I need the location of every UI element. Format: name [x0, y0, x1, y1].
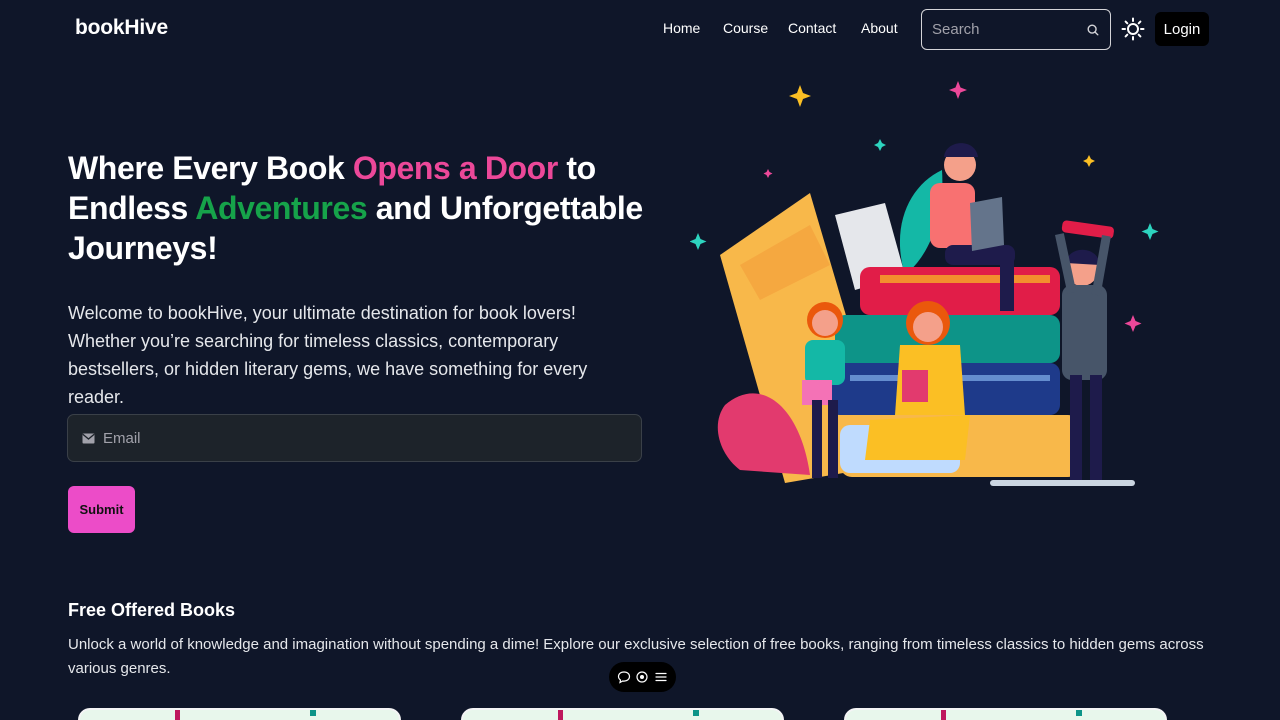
sun-icon[interactable] [1121, 17, 1145, 41]
login-button[interactable]: Login [1155, 12, 1209, 46]
hero-description: Welcome to bookHive, your ultimate desti… [68, 303, 588, 407]
card-decoration [1076, 710, 1082, 716]
nav-link-home[interactable]: Home [663, 20, 700, 36]
search-input[interactable] [932, 21, 1082, 38]
card-decoration [558, 710, 563, 720]
search-icon[interactable] [1086, 23, 1100, 37]
book-card[interactable] [78, 708, 401, 720]
chat-bubble-icon[interactable] [617, 670, 631, 684]
nav-link-about[interactable]: About [861, 20, 898, 36]
floating-toolbar [609, 662, 676, 692]
list-icon[interactable] [654, 670, 668, 684]
hero-title-highlight-adventures: Adventures [195, 190, 368, 226]
book-card[interactable] [844, 708, 1167, 720]
section-title-free-books: Free Offered Books [68, 600, 236, 620]
site-logo[interactable]: bookHive [75, 16, 168, 40]
email-field-container [67, 414, 642, 462]
email-field[interactable] [103, 429, 603, 447]
book-card[interactable] [461, 708, 784, 720]
card-decoration [941, 710, 946, 720]
nav-link-contact[interactable]: Contact [788, 20, 836, 36]
card-decoration [175, 710, 180, 720]
top-nav: bookHive Home Course Contact About Login [0, 0, 1280, 58]
search-box [921, 9, 1111, 50]
hero-illustration [690, 81, 1159, 486]
eye-icon[interactable] [635, 670, 649, 684]
submit-button[interactable]: Submit [68, 486, 135, 533]
card-decoration [310, 710, 316, 716]
hero-title: Where Every Book Opens a Door to Endless… [68, 148, 668, 268]
hero-title-highlight-opens: Opens a Door [352, 150, 558, 186]
nav-link-course[interactable]: Course [723, 20, 768, 36]
envelope-icon [82, 433, 95, 443]
card-decoration [693, 710, 699, 716]
hero-title-part1: Where Every Book [68, 150, 353, 186]
